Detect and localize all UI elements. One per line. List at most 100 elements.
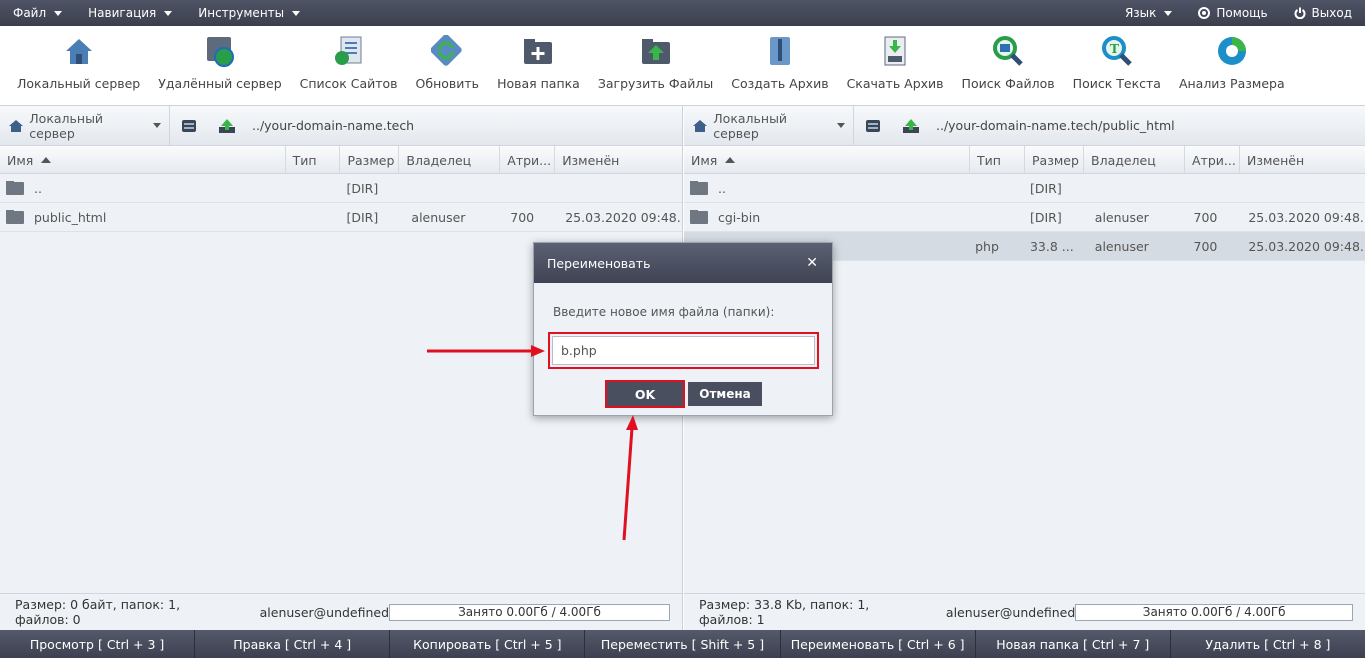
copy-button[interactable]: Копировать [ Ctrl + 5 ] xyxy=(390,630,586,658)
toolbar-label: Скачать Архив xyxy=(846,76,944,91)
drive-icon xyxy=(182,119,196,132)
file-name: public_html xyxy=(34,209,107,225)
menu-help-label: Помощь xyxy=(1216,6,1268,20)
col-header-size[interactable]: Размер xyxy=(340,146,400,174)
col-header-type[interactable]: Тип xyxy=(286,146,341,174)
toolbar-new-folder-button[interactable]: Новая папка xyxy=(488,26,589,105)
menu-navigation[interactable]: Навигация xyxy=(75,0,185,26)
col-attr-label: Атри... xyxy=(1192,152,1236,168)
file-modified: 25.03.2020 09:48... xyxy=(565,209,682,225)
file-owner: alenuser xyxy=(1094,238,1149,254)
col-header-owner[interactable]: Владелец xyxy=(399,146,501,174)
svg-text:T: T xyxy=(1110,42,1119,56)
toolbar-sites-list-button[interactable]: Список Сайтов xyxy=(291,26,407,105)
col-header-attr[interactable]: Атри... xyxy=(500,146,556,174)
toolbar-download-archive-button[interactable]: Скачать Архив xyxy=(838,26,953,105)
col-attr-label: Атри... xyxy=(507,152,552,168)
col-modified-label: Изменён xyxy=(562,152,620,168)
file-type: php xyxy=(975,238,999,254)
delete-button[interactable]: Удалить [ Ctrl + 8 ] xyxy=(1171,630,1365,658)
col-name-label: Имя xyxy=(7,152,34,168)
toolbar-upload-files-button[interactable]: Загрузить Файлы xyxy=(589,26,722,105)
lifebuoy-icon xyxy=(1198,7,1211,19)
left-quota-bar: Занято 0.00Гб / 4.00Гб xyxy=(389,603,670,621)
col-header-modified[interactable]: Изменён xyxy=(1240,146,1365,174)
table-row[interactable]: public_html [DIR] alenuser 700 25.03.202… xyxy=(0,203,682,232)
close-icon[interactable]: ✕ xyxy=(806,255,818,271)
main-toolbar: Локальный сервер Удалённый сервер Список… xyxy=(0,26,1365,106)
menu-file[interactable]: Файл xyxy=(0,0,75,26)
right-drive-button[interactable] xyxy=(854,119,892,133)
toolbar-size-analysis-button[interactable]: Анализ Размера xyxy=(1170,26,1294,105)
col-header-owner[interactable]: Владелец xyxy=(1084,146,1185,174)
right-table-header: Имя Тип Размер Владелец Атри... Изменён xyxy=(684,146,1365,174)
left-up-level-button[interactable] xyxy=(208,118,246,134)
left-drive-button[interactable] xyxy=(170,119,208,133)
toolbar-label: Создать Архив xyxy=(731,76,829,91)
dialog-header: Переименовать ✕ xyxy=(534,243,832,283)
new-folder-icon xyxy=(524,39,553,64)
file-owner: alenuser xyxy=(411,209,466,225)
size-analysis-icon xyxy=(1217,37,1246,65)
toolbar-label: Поиск Файлов xyxy=(961,76,1055,91)
col-header-size[interactable]: Размер xyxy=(1025,146,1084,174)
right-pane-toolbar: Локальный сервер ../your-domain-name.tec… xyxy=(684,105,1365,146)
table-row[interactable]: .. [DIR] xyxy=(684,174,1365,203)
menu-language-label: Язык xyxy=(1124,6,1157,20)
file-size: [DIR] xyxy=(1029,180,1062,196)
rename-button[interactable]: Переименовать [ Ctrl + 6 ] xyxy=(781,630,976,658)
sort-asc-icon xyxy=(41,157,52,163)
col-type-label: Тип xyxy=(977,152,1001,168)
right-up-level-button[interactable] xyxy=(892,118,930,134)
rename-dialog: Переименовать ✕ Введите новое имя файла … xyxy=(533,242,833,416)
file-size: 33.8 ... xyxy=(1029,238,1074,254)
col-name-label: Имя xyxy=(691,152,718,168)
edit-button[interactable]: Правка [ Ctrl + 4 ] xyxy=(195,630,391,658)
col-header-type[interactable]: Тип xyxy=(970,146,1025,174)
filename-input-highlight xyxy=(548,332,819,369)
col-header-attr[interactable]: Атри... xyxy=(1185,146,1240,174)
menu-tools[interactable]: Инструменты xyxy=(185,0,313,26)
file-owner: alenuser xyxy=(1094,209,1149,225)
toolbar-local-server-button[interactable]: Локальный сервер xyxy=(8,26,149,105)
menu-help[interactable]: Помощь xyxy=(1185,0,1280,26)
menu-tools-label: Инструменты xyxy=(198,6,285,20)
dialog-title: Переименовать xyxy=(547,255,651,271)
menu-exit[interactable]: Выход xyxy=(1281,0,1365,26)
col-header-name[interactable]: Имя xyxy=(684,146,970,174)
file-name: .. xyxy=(718,180,726,196)
move-button[interactable]: Переместить [ Shift + 5 ] xyxy=(585,630,781,658)
menu-language[interactable]: Язык xyxy=(1112,0,1185,26)
table-row[interactable]: cgi-bin [DIR] alenuser 700 25.03.2020 09… xyxy=(684,203,1365,232)
menu-navigation-label: Навигация xyxy=(88,6,157,20)
table-row[interactable]: .. [DIR] xyxy=(0,174,682,203)
chevron-down-icon xyxy=(1164,10,1173,16)
folder-icon xyxy=(6,180,24,195)
col-header-modified[interactable]: Изменён xyxy=(555,146,682,174)
toolbar-search-files-button[interactable]: Поиск Файлов xyxy=(953,26,1064,105)
toolbar-label: Локальный сервер xyxy=(17,76,141,91)
col-header-name[interactable]: Имя xyxy=(0,146,286,174)
left-table-header: Имя Тип Размер Владелец Атри... Изменён xyxy=(0,146,682,174)
left-user: alenuser@undefined xyxy=(259,604,390,620)
remote-server-icon xyxy=(206,37,234,67)
toolbar-label: Удалённый сервер xyxy=(158,76,282,91)
new-folder-button[interactable]: Новая папка [ Ctrl + 7 ] xyxy=(976,630,1171,658)
left-server-select[interactable]: Локальный сервер xyxy=(0,105,170,146)
left-pane-toolbar: Локальный сервер ../your-domain-name.tec… xyxy=(0,105,682,146)
toolbar-remote-server-button[interactable]: Удалённый сервер xyxy=(149,26,290,105)
file-name: .. xyxy=(34,180,42,196)
cancel-button[interactable]: Отмена xyxy=(688,382,762,406)
toolbar-create-archive-button[interactable]: Создать Архив xyxy=(722,26,837,105)
right-user: alenuser@undefined xyxy=(945,604,1076,620)
refresh-icon xyxy=(431,35,463,66)
toolbar-label: Анализ Размера xyxy=(1178,76,1285,91)
view-button[interactable]: Просмотр [ Ctrl + 3 ] xyxy=(0,630,196,658)
menu-file-label: Файл xyxy=(13,6,47,20)
right-server-select[interactable]: Локальный сервер xyxy=(684,105,854,146)
file-attr: 700 xyxy=(510,209,535,225)
ok-button[interactable]: OK xyxy=(605,380,685,408)
toolbar-search-text-button[interactable]: T Поиск Текста xyxy=(1064,26,1170,105)
filename-input[interactable] xyxy=(552,336,815,365)
toolbar-refresh-button[interactable]: Обновить xyxy=(407,26,489,105)
